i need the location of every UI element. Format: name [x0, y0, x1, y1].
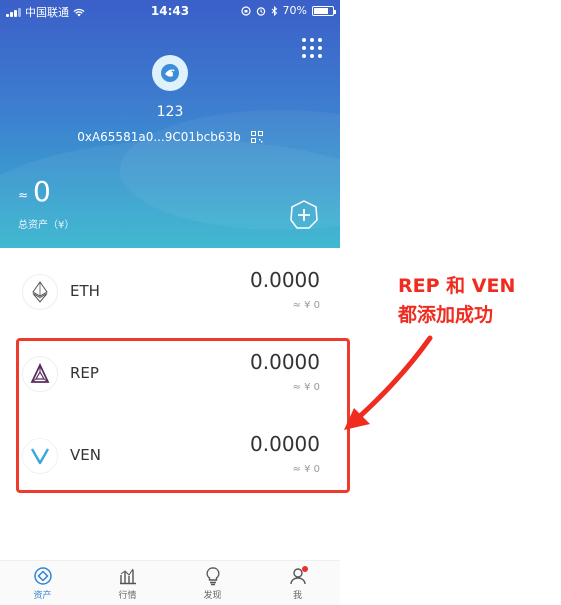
tab-label: 资产	[33, 591, 52, 601]
asset-icon	[33, 567, 52, 585]
asset-symbol: ETH	[70, 282, 100, 300]
tab-market[interactable]: 行情	[85, 561, 170, 605]
address-row[interactable]: 0xA65581a0...9C01bcb63b	[0, 130, 340, 144]
annotation-line1: REP 和 VEN	[398, 275, 516, 297]
approx-symbol: ≈	[18, 188, 29, 202]
discover-icon	[205, 567, 220, 586]
market-icon	[119, 568, 136, 585]
wallet-address: 0xA65581a0...9C01bcb63b	[77, 130, 241, 144]
asset-fiat-value: ≈ ¥ 0	[292, 300, 320, 311]
bluetooth-icon	[271, 5, 277, 16]
alarm-icon	[256, 6, 265, 16]
eth-icon	[22, 274, 58, 310]
wallet-name: 123	[156, 104, 184, 120]
orientation-lock-icon	[240, 5, 251, 16]
add-token-button[interactable]	[289, 200, 319, 230]
tab-discover[interactable]: 发现	[170, 561, 255, 605]
profile-icon	[288, 566, 308, 586]
tab-profile[interactable]: 我	[255, 561, 340, 605]
qr-code-icon[interactable]	[250, 131, 263, 143]
total-assets-value: 0	[33, 175, 51, 208]
total-assets-label: 总资产（¥）	[18, 220, 75, 231]
notification-badge	[301, 566, 308, 572]
asset-row-eth[interactable]: ETH 0.0000 ≈ ¥ 0	[0, 262, 340, 342]
battery-icon	[312, 5, 336, 16]
bird-logo-icon	[161, 64, 179, 82]
phone-screen: 中国联通 14:43 70% 123 0xA65581a0...9C01bcb6…	[0, 0, 340, 605]
tab-label: 行情	[118, 591, 137, 601]
tab-bar: 资产 行情 发现 我	[0, 560, 340, 605]
highlight-box	[16, 338, 350, 493]
status-bar: 中国联通 14:43 70%	[0, 0, 340, 22]
asset-balance: 0.0000	[250, 268, 320, 292]
tab-assets[interactable]: 资产	[0, 561, 85, 605]
menu-grid-icon[interactable]	[302, 38, 322, 58]
status-right: 70%	[240, 4, 336, 17]
annotation-line2: 都添加成功	[398, 304, 494, 326]
tab-label: 我	[292, 591, 302, 601]
tab-label: 发现	[203, 591, 222, 601]
wallet-avatar[interactable]	[152, 55, 188, 91]
annotation-text: REP 和 VEN 都添加成功	[398, 272, 515, 330]
annotation-arrow	[344, 335, 433, 430]
battery-percent: 70%	[282, 4, 307, 17]
wallet-header: 中国联通 14:43 70% 123 0xA65581a0...9C01bcb6…	[0, 0, 340, 248]
